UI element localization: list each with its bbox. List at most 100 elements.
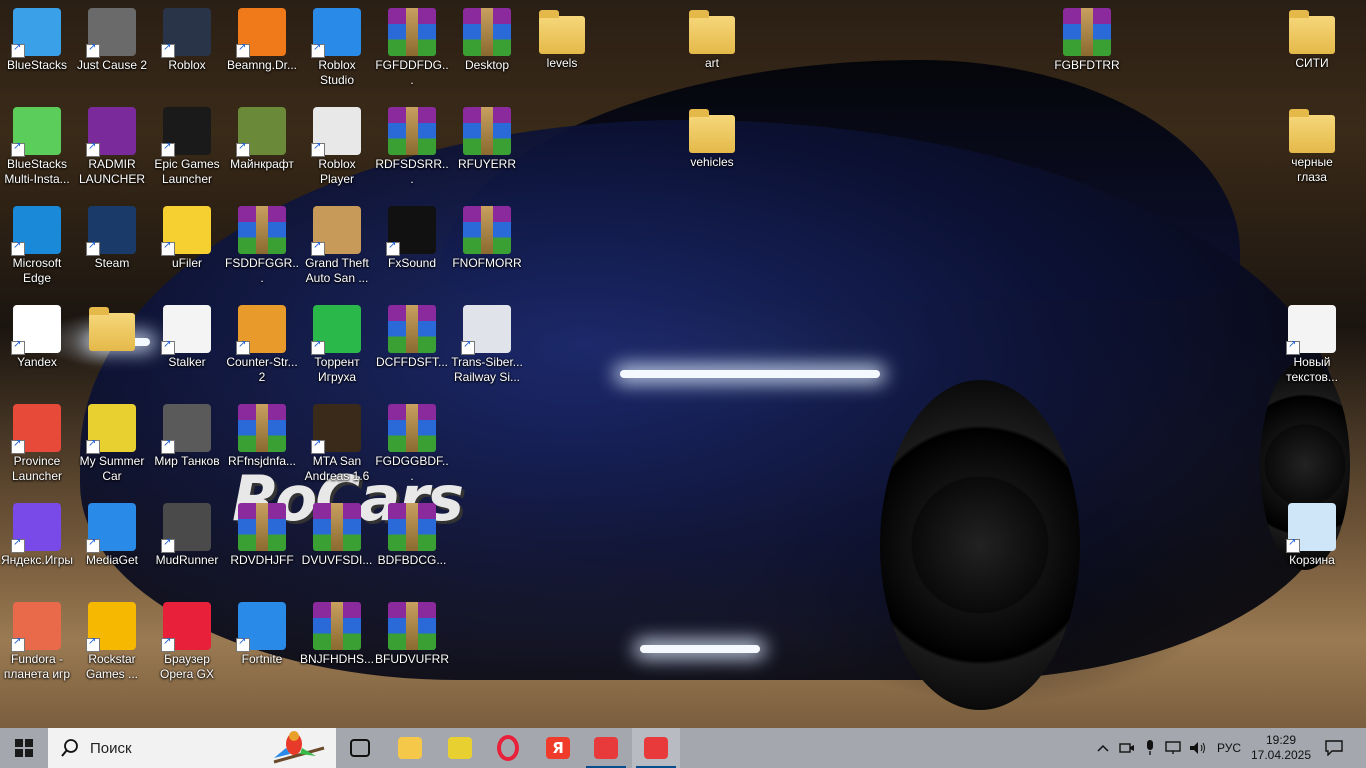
desktop-icon-label: Браузер Opera GX xyxy=(159,652,215,681)
cloud-icon xyxy=(644,737,668,759)
taskbar-app-cloud-app[interactable] xyxy=(582,728,630,768)
desktop-icon[interactable]: Counter-Str... 2 xyxy=(225,299,299,385)
desktop-icon[interactable]: RDVDHJFF xyxy=(225,497,299,568)
taskbar-search-box[interactable]: Поиск xyxy=(48,728,336,768)
desktop-icon[interactable]: levels xyxy=(525,2,599,71)
desktop-icon[interactable]: Rockstar Games ... xyxy=(75,596,149,682)
desktop-icon[interactable]: RFfnsjdnfa... xyxy=(225,398,299,469)
taskbar-app-opera[interactable] xyxy=(484,728,532,768)
desktop-icon[interactable]: FGBFDTRR xyxy=(1050,2,1124,73)
desktop-icon[interactable]: DVUVFSDI... xyxy=(300,497,374,568)
taskbar-app-task-view[interactable] xyxy=(336,728,384,768)
desktop-icon[interactable]: BDFBDCG... xyxy=(375,497,449,568)
desktop-icon[interactable]: FGDGGBDF... xyxy=(375,398,449,484)
desktop-icon[interactable]: FNOFMORR xyxy=(450,200,524,271)
fxsound-icon xyxy=(386,206,436,256)
desktop-icon[interactable] xyxy=(75,299,149,353)
desktop-icon[interactable]: MudRunner xyxy=(150,497,224,568)
bluestacks-multi-icon xyxy=(11,107,61,157)
desktop-icon-label: Торрент Игруха xyxy=(314,355,360,384)
desktop-icon[interactable]: Браузер Opera GX xyxy=(150,596,224,682)
archive-icon xyxy=(388,602,436,650)
desktop-icon-label: FNOFMORR xyxy=(452,256,522,270)
archive-icon xyxy=(388,8,436,56)
desktop-icon[interactable]: MediaGet xyxy=(75,497,149,568)
desktop-icon[interactable]: Yandex xyxy=(0,299,74,370)
taskbar-app-cloud-app-2[interactable] xyxy=(632,728,680,768)
notifications-button[interactable] xyxy=(1316,728,1352,768)
desktop-icon[interactable]: BFUDVUFRR xyxy=(375,596,449,667)
parrot-decoration-icon xyxy=(273,731,325,764)
desktop-icon[interactable]: Desktop xyxy=(450,2,524,73)
network-tray-button[interactable] xyxy=(1162,728,1184,768)
desktop-icon[interactable]: FGFDDFDG... xyxy=(375,2,449,88)
desktop-icon[interactable]: DCFFDSFT... xyxy=(375,299,449,370)
desktop-icon[interactable]: RDFSDSRR... xyxy=(375,101,449,187)
desktop-icon-label: BDFBDCG... xyxy=(377,553,447,567)
taskbar-app-file-explorer[interactable] xyxy=(386,728,434,768)
yandex-games-icon xyxy=(11,503,61,553)
desktop-icon-label: Trans-Siber... Railway Si... xyxy=(451,355,523,384)
taskbar-app-yandex[interactable]: Я xyxy=(534,728,582,768)
desktop-icon[interactable]: СИТИ xyxy=(1275,2,1349,71)
desktop-icon[interactable]: Province Launcher xyxy=(0,398,74,484)
desktop-icon[interactable]: RADMIR LAUNCHER xyxy=(75,101,149,187)
desktop-icon[interactable]: FSDDFGGR... xyxy=(225,200,299,286)
desktop-icon-label: BNJFHDHS... xyxy=(300,652,375,666)
language-indicator: РУС xyxy=(1216,741,1242,755)
desktop-icon[interactable]: Fundora - планета игр xyxy=(0,596,74,682)
clock-button[interactable]: 19:29 17.04.2025 xyxy=(1250,728,1312,768)
desktop-icon[interactable]: vehicles xyxy=(675,101,749,170)
desktop-icon[interactable]: uFiler xyxy=(150,200,224,271)
desktop-icon[interactable]: Trans-Siber... Railway Si... xyxy=(450,299,524,385)
desktop-icon[interactable]: Яндекс.Игры xyxy=(0,497,74,568)
start-button[interactable] xyxy=(0,728,48,768)
desktop-icon[interactable]: Just Cause 2 xyxy=(75,2,149,73)
desktop-icon[interactable]: Корзина xyxy=(1275,497,1349,568)
desktop-icon[interactable]: Roblox xyxy=(150,2,224,73)
desktop-icon-label: Stalker xyxy=(168,355,206,369)
desktop-icon-label: RFUYERR xyxy=(457,157,516,171)
microphone-tray-button[interactable] xyxy=(1140,728,1160,768)
desktop-icon[interactable]: FxSound xyxy=(375,200,449,271)
desktop-icon[interactable]: BNJFHDHS... xyxy=(300,596,374,667)
desktop-icon-label: Корзина xyxy=(1289,553,1335,567)
desktop-icon[interactable]: Майнкрафт xyxy=(225,101,299,172)
desktop-icon[interactable]: BlueStacks xyxy=(0,2,74,73)
show-hidden-icons-button[interactable] xyxy=(1092,728,1114,768)
desktop-icon[interactable]: Steam xyxy=(75,200,149,271)
shortcut-arrow-icon xyxy=(311,42,325,58)
folder-icon xyxy=(689,10,735,54)
desktop-icon[interactable]: RFUYERR xyxy=(450,101,524,172)
desktop-icon-label: RADMIR LAUNCHER xyxy=(78,157,145,186)
volume-tray-button[interactable] xyxy=(1186,728,1210,768)
desktop-icon[interactable]: Торрент Игруха xyxy=(300,299,374,385)
network-icon xyxy=(1165,741,1181,754)
archive-icon xyxy=(313,503,361,551)
taskbar-app-my-summer-car[interactable] xyxy=(436,728,484,768)
desktop-icon[interactable]: Новый текстов... xyxy=(1275,299,1349,385)
desktop-icon[interactable]: Grand Theft Auto San ... xyxy=(300,200,374,286)
shortcut-arrow-icon xyxy=(161,240,175,256)
mta-icon xyxy=(311,404,361,454)
desktop-icon[interactable]: My Summer Car xyxy=(75,398,149,484)
desktop-icon[interactable]: Beamng.Dr... xyxy=(225,2,299,73)
desktop-icon[interactable]: Roblox Player xyxy=(300,101,374,187)
fundora-icon xyxy=(11,602,61,652)
desktop-icon[interactable]: art xyxy=(675,2,749,71)
desktop-icon-label: черные глаза xyxy=(1291,155,1333,184)
taskbar: Поиск Я РУС 19:29 17.04.2025 xyxy=(0,728,1366,768)
camera-tray-button[interactable] xyxy=(1116,728,1138,768)
bluestacks-icon xyxy=(11,8,61,58)
desktop-icon[interactable]: Fortnite xyxy=(225,596,299,667)
input-language-button[interactable]: РУС xyxy=(1212,728,1246,768)
desktop-icon[interactable]: Epic Games Launcher xyxy=(150,101,224,187)
desktop-icon[interactable]: Roblox Studio xyxy=(300,2,374,88)
desktop-icon[interactable]: Stalker xyxy=(150,299,224,370)
desktop-icon[interactable]: BlueStacks Multi-Insta... xyxy=(0,101,74,187)
desktop-icon[interactable]: Мир Танков xyxy=(150,398,224,469)
roblox-studio-icon xyxy=(311,8,361,58)
desktop-icon[interactable]: MTA San Andreas 1.6 xyxy=(300,398,374,484)
desktop-icon[interactable]: черные глаза xyxy=(1275,101,1349,185)
desktop-icon[interactable]: Microsoft Edge xyxy=(0,200,74,286)
